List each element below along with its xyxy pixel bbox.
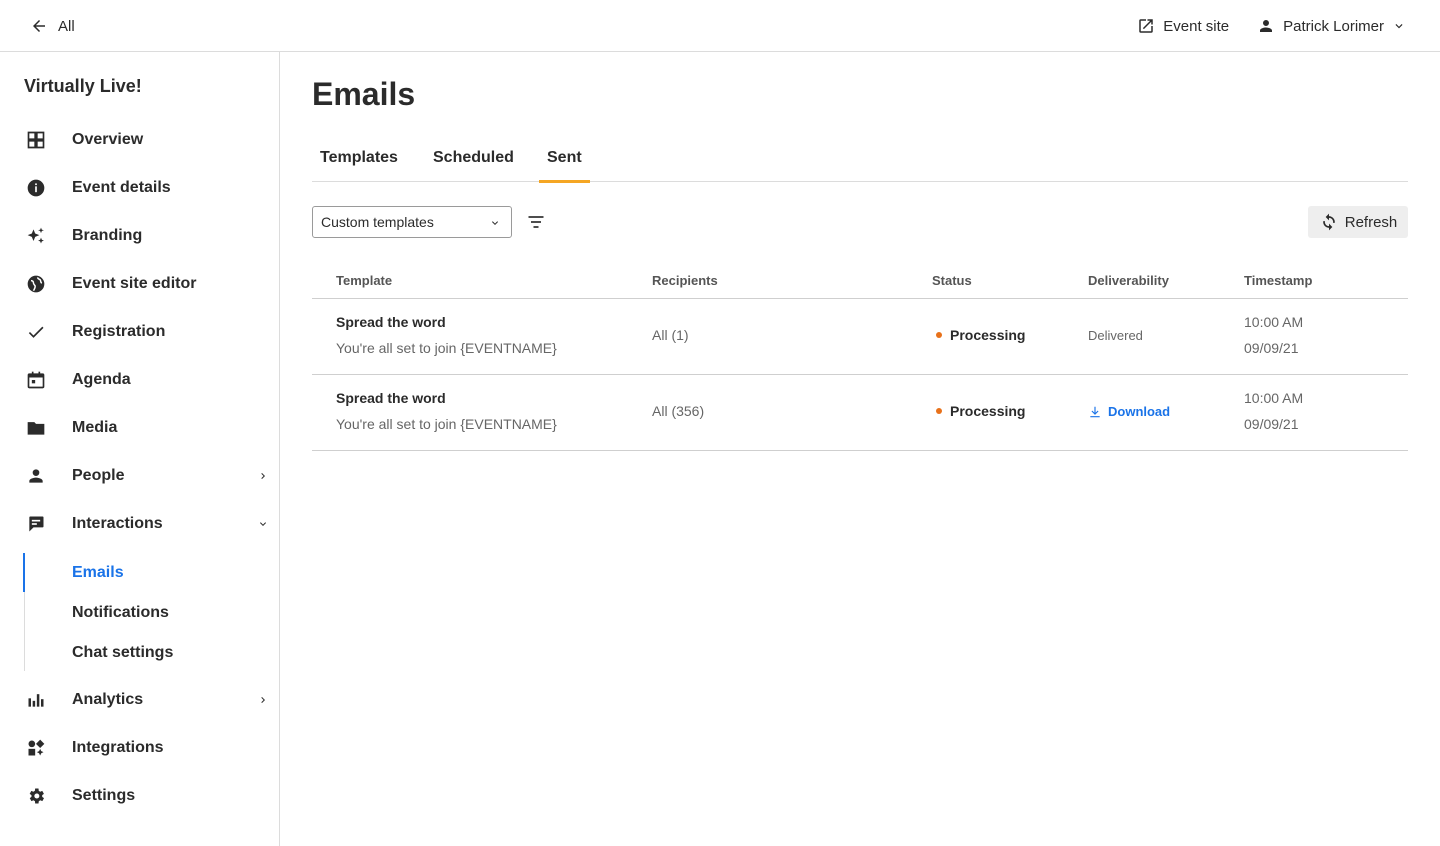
sidebar-item-label: Registration	[72, 323, 166, 340]
template-subject: You're all set to join {EVENTNAME}	[336, 416, 557, 432]
sidebar-item-integrations[interactable]: Integrations	[0, 728, 279, 768]
chevron-down-icon	[492, 221, 498, 225]
sidebar-item-settings[interactable]: Settings	[0, 776, 279, 816]
sparkles-icon	[25, 225, 47, 247]
download-link[interactable]: Download	[1088, 404, 1170, 419]
sidebar-subitem-notifications[interactable]: Notifications	[72, 593, 169, 633]
column-header-status: Status	[932, 273, 972, 288]
status-text: Processing	[950, 327, 1026, 343]
check-icon	[25, 321, 47, 343]
status-dot	[936, 408, 942, 414]
sidebar-item-analytics[interactable]: Analytics	[0, 680, 279, 720]
widgets-icon	[25, 737, 47, 759]
tab-sent[interactable]: Sent	[539, 134, 590, 183]
timestamp-date: 09/09/21	[1244, 340, 1299, 356]
column-header-deliverability: Deliverability	[1088, 273, 1169, 288]
grid-icon	[25, 129, 47, 151]
timestamp-time: 10:00 AM	[1244, 314, 1304, 330]
sidebar-item-label: People	[72, 467, 125, 484]
sidebar-item-interactions[interactable]: Interactions	[0, 504, 279, 544]
download-icon	[1090, 406, 1100, 417]
recipients: All (1)	[652, 327, 689, 343]
filter-icon[interactable]	[526, 212, 546, 232]
timestamp-date: 09/09/21	[1244, 416, 1299, 432]
sidebar-item-event-site-editor[interactable]: Event site editor	[0, 264, 279, 304]
select-value: Custom templates	[321, 214, 434, 230]
chat-icon	[25, 513, 47, 535]
chevron-right-icon	[257, 470, 269, 482]
event-site-link[interactable]: Event site	[1137, 17, 1229, 35]
tab-scheduled[interactable]: Scheduled	[425, 134, 522, 182]
table-header: Template Recipients Status Deliverabilit…	[312, 262, 1408, 299]
sidebar-item-label: Branding	[72, 227, 143, 244]
sidebar-item-overview[interactable]: Overview	[0, 120, 279, 160]
event-site-label: Event site	[1163, 17, 1230, 35]
person-icon	[1260, 20, 1273, 32]
refresh-label: Refresh	[1344, 213, 1398, 231]
tab-bar: Templates Scheduled Sent	[312, 134, 1408, 183]
template-name: Spread the word	[336, 314, 446, 330]
sidebar-item-label: Interactions	[72, 515, 163, 532]
open-external-icon	[1139, 19, 1154, 33]
timestamp-time: 10:00 AM	[1244, 390, 1304, 406]
sidebar-item-label: Media	[72, 419, 118, 436]
sidebar-item-label: Event site editor	[72, 275, 197, 292]
table-row[interactable]: Spread the word You're all set to join {…	[312, 375, 1408, 451]
sidebar-item-label: Overview	[72, 131, 144, 148]
status-badge: Processing	[936, 327, 1025, 343]
download-label: Download	[1108, 404, 1171, 419]
top-bar: All Event site Patrick Lorimer	[0, 0, 1440, 52]
user-menu-button[interactable]: Patrick Lorimer	[1257, 17, 1406, 35]
column-header-timestamp: Timestamp	[1244, 273, 1313, 288]
template-subject: You're all set to join {EVENTNAME}	[336, 340, 557, 356]
sidebar-item-label: Integrations	[72, 739, 164, 756]
sidebar-item-registration[interactable]: Registration	[0, 312, 279, 352]
sidebar-item-branding[interactable]: Branding	[0, 216, 279, 256]
status-badge: Processing	[936, 403, 1025, 419]
template-type-select[interactable]: Custom templates	[312, 206, 512, 238]
recipients: All (356)	[652, 403, 705, 419]
status-text: Processing	[950, 403, 1026, 419]
sidebar-item-label: Analytics	[72, 691, 144, 708]
sidebar-item-people[interactable]: People	[0, 456, 279, 496]
column-header-template: Template	[336, 273, 393, 288]
submenu-active-indicator	[23, 553, 25, 592]
deliverability: Delivered	[1088, 328, 1143, 343]
refresh-icon	[1322, 213, 1335, 231]
bar-chart-icon	[25, 689, 47, 711]
sidebar-item-agenda[interactable]: Agenda	[0, 360, 279, 400]
gear-icon	[25, 785, 47, 807]
back-label: All	[58, 17, 75, 35]
globe-icon	[25, 273, 47, 295]
sidebar-item-label: Settings	[72, 787, 136, 804]
tab-templates[interactable]: Templates	[312, 134, 406, 182]
user-name: Patrick Lorimer	[1283, 17, 1384, 35]
folder-icon	[25, 417, 47, 439]
sidebar-subitem-chat-settings[interactable]: Chat settings	[72, 633, 173, 673]
sidebar: Virtually Live! Overview Event details B…	[0, 52, 280, 846]
calendar-icon	[25, 369, 47, 391]
sent-emails-table: Template Recipients Status Deliverabilit…	[312, 262, 1408, 451]
refresh-button[interactable]: Refresh	[1308, 206, 1408, 238]
sidebar-item-media[interactable]: Media	[0, 408, 279, 448]
chevron-down-icon	[1395, 24, 1403, 29]
sidebar-item-label: Event details	[72, 179, 171, 196]
chevron-right-icon	[257, 694, 269, 706]
event-name: Virtually Live!	[24, 76, 142, 96]
page-title: Emails	[312, 76, 416, 112]
template-name: Spread the word	[336, 390, 446, 406]
arrow-left-icon	[33, 20, 45, 32]
person-icon	[25, 465, 47, 487]
back-to-all-button[interactable]: All	[30, 15, 75, 37]
sidebar-subitem-emails[interactable]: Emails	[72, 553, 124, 593]
info-icon	[25, 177, 47, 199]
table-row[interactable]: Spread the word You're all set to join {…	[312, 299, 1408, 375]
column-header-recipients: Recipients	[652, 273, 718, 288]
sidebar-item-event-details[interactable]: Event details	[0, 168, 279, 208]
chevron-down-icon	[257, 518, 269, 530]
status-dot	[936, 332, 942, 338]
sidebar-item-label: Agenda	[72, 371, 131, 388]
